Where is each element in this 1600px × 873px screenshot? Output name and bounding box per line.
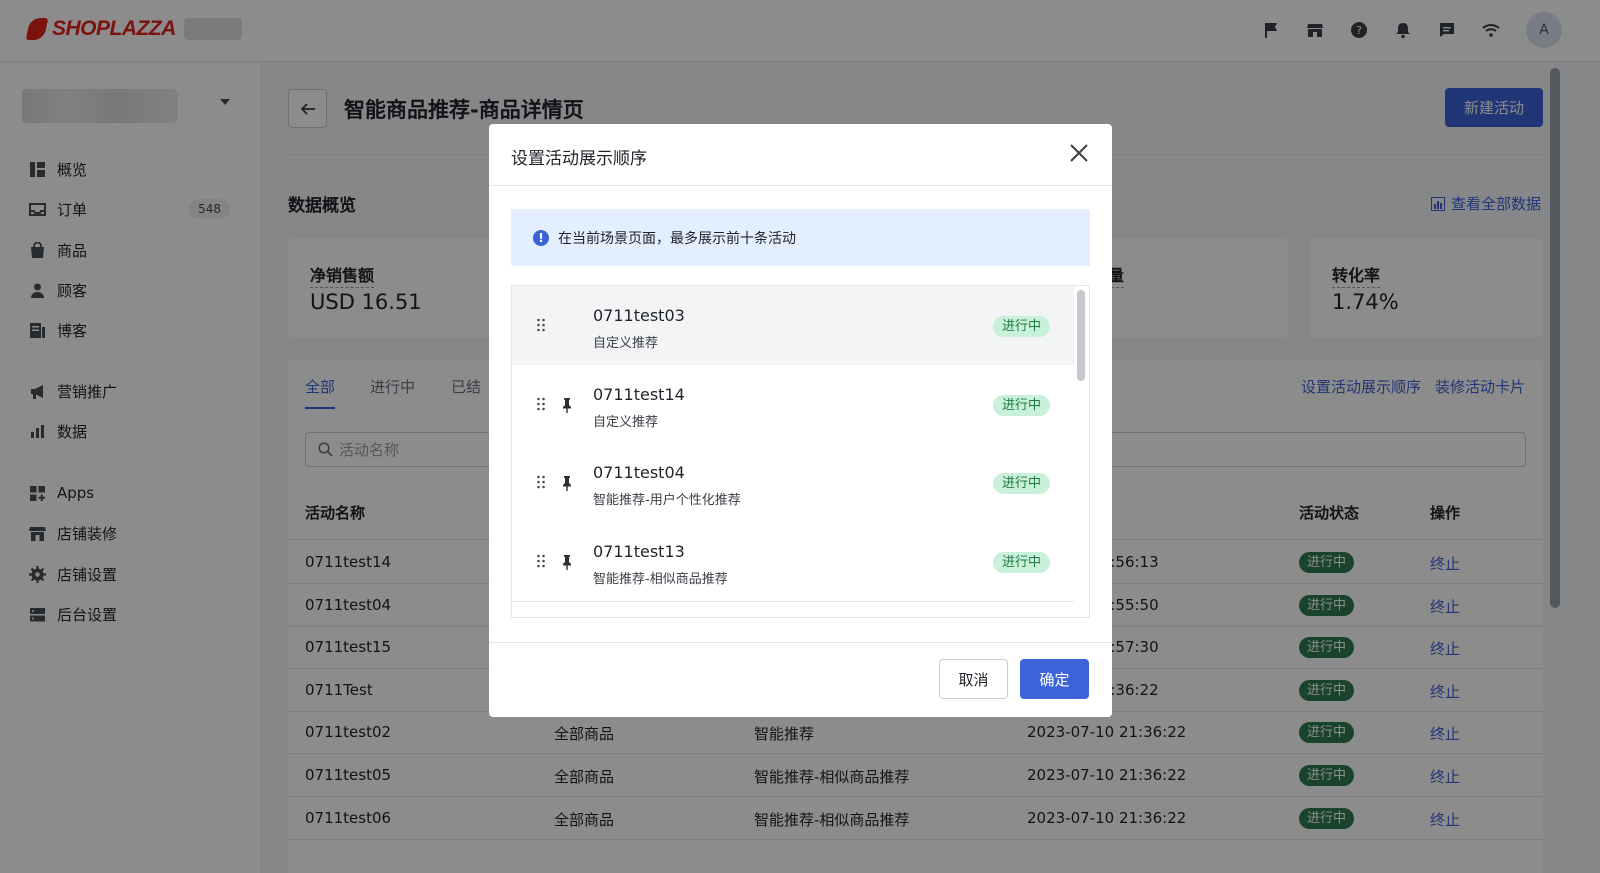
pin-icon[interactable] (561, 554, 573, 570)
cancel-button[interactable]: 取消 (939, 659, 1008, 699)
drag-handle-icon[interactable] (536, 397, 546, 411)
status-badge: 进行中 (993, 473, 1051, 494)
sortable-activity-list: 0711test03 自定义推荐 进行中 0711test14 自定义推荐 进行中 0711… (511, 285, 1090, 618)
pin-icon[interactable] (561, 397, 573, 413)
item-type: 智能推荐-相似商品推荐 (593, 571, 728, 587)
item-type: 自定义推荐 (593, 336, 659, 351)
item-type: 自定义推荐 (593, 414, 659, 430)
drag-handle-icon[interactable] (536, 318, 546, 332)
info-icon: ! (533, 229, 549, 246)
pin-icon[interactable] (561, 475, 573, 491)
item-type: 智能推荐-用户个性化推荐 (593, 493, 741, 508)
info-alert: ! 在当前场景页面，最多展示前十条活动 (511, 209, 1090, 266)
modal-header: 设置活动展示顺序 (489, 124, 1112, 186)
confirm-button[interactable]: 确定 (1020, 659, 1089, 699)
alert-text: 在当前场景页面，最多展示前十条活动 (558, 230, 796, 247)
close-icon[interactable] (1068, 142, 1090, 164)
drag-handle-icon[interactable] (536, 554, 546, 568)
sortable-list-item[interactable]: 0711test13 智能推荐-相似商品推荐 进行中 (512, 521, 1074, 602)
item-name: 0711test13 (593, 541, 685, 561)
status-badge: 进行中 (993, 551, 1051, 573)
status-badge: 进行中 (993, 394, 1051, 416)
list-scrollbar[interactable] (1077, 290, 1085, 381)
sortable-list-item[interactable]: 0711test14 自定义推荐 进行中 (512, 364, 1074, 445)
sortable-list-item[interactable]: 0711test04 智能推荐-用户个性化推荐 进行中 (512, 443, 1074, 523)
modal-title: 设置活动展示顺序 (511, 149, 647, 169)
display-order-modal: 设置活动展示顺序 ! 在当前场景页面，最多展示前十条活动 0711test03 自… (489, 124, 1112, 717)
drag-handle-icon[interactable] (536, 475, 546, 489)
item-name: 0711test14 (593, 384, 685, 404)
item-name: 0711test04 (593, 463, 685, 482)
sortable-list-item[interactable]: 0711test03 自定义推荐 进行中 (512, 286, 1074, 366)
status-badge: 进行中 (993, 316, 1051, 337)
modal-footer-divider (489, 642, 1112, 643)
item-name: 0711test03 (593, 306, 685, 325)
